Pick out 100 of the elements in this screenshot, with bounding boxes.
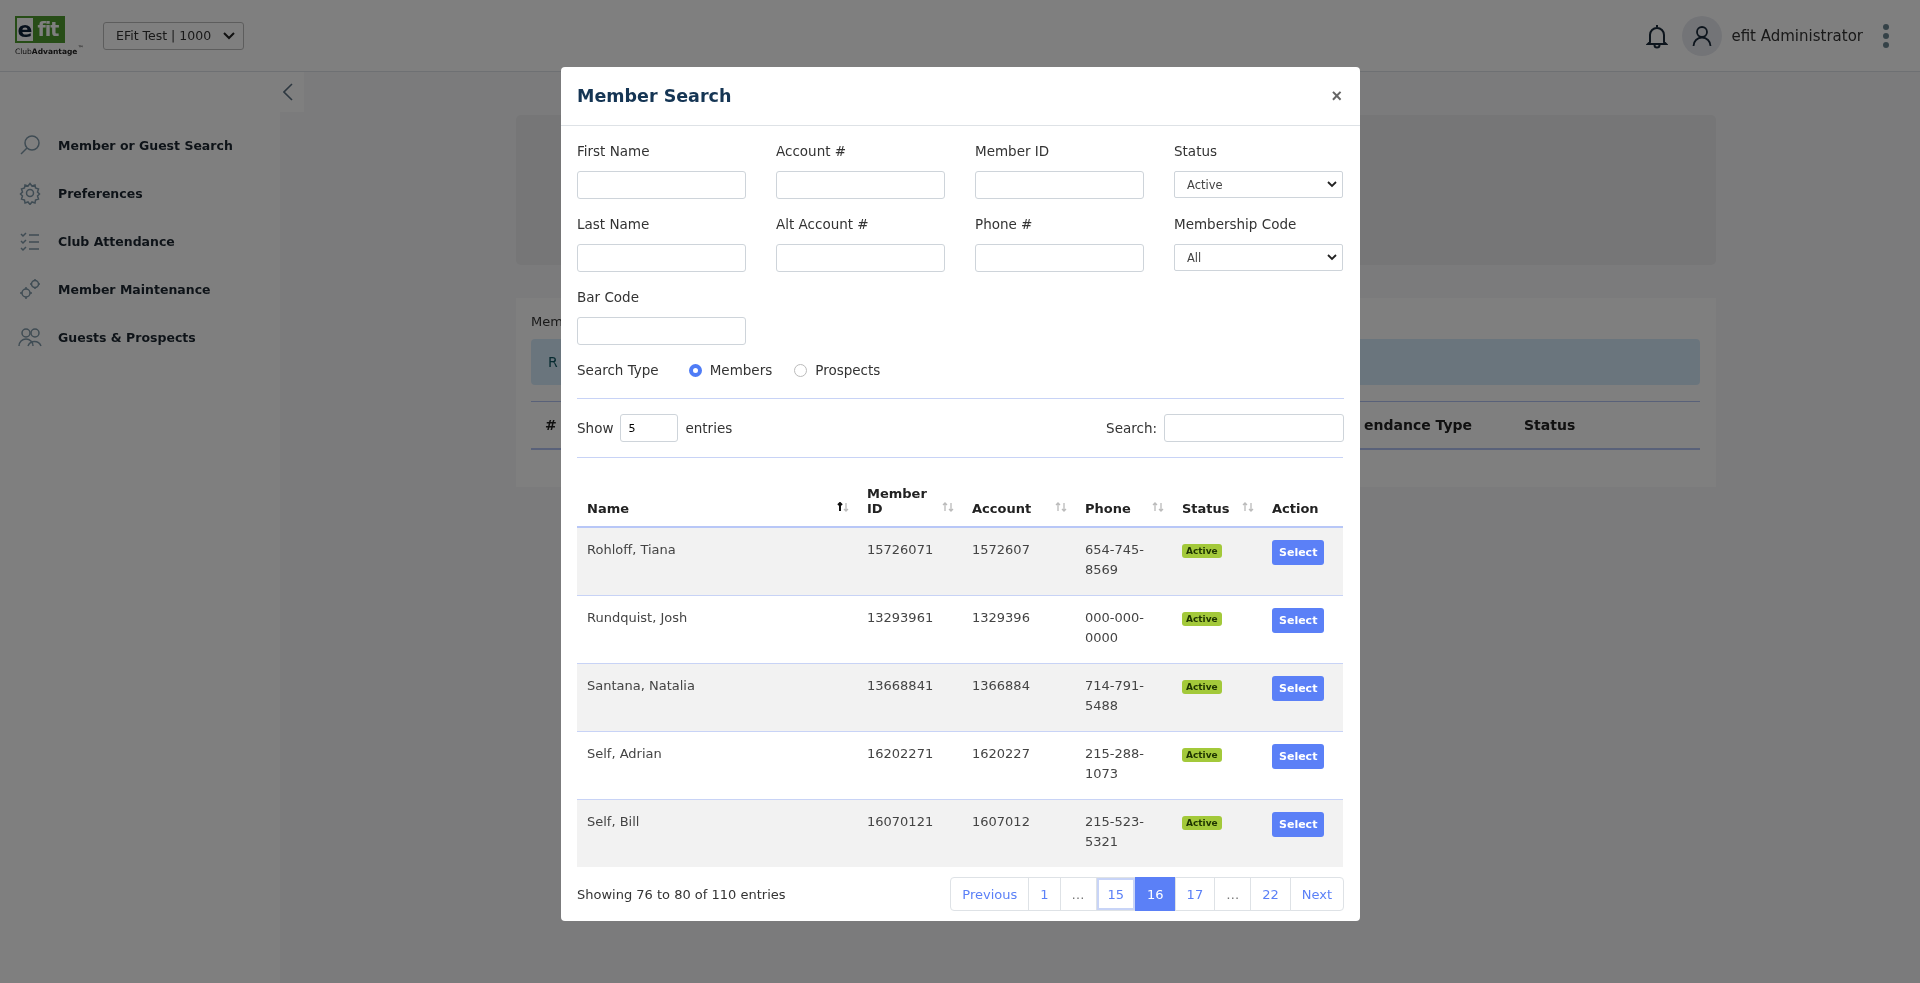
alert-text: R [548,354,558,370]
select-field[interactable]: Active [1174,171,1343,198]
column-header: Action [1272,501,1319,516]
nav-item[interactable]: Guests & Prospects [58,329,196,345]
field-label: First Name [577,143,651,160]
table-cell: 15726071 [867,542,934,557]
status-badge: Active [1182,816,1222,830]
select-button[interactable]: Select [1272,608,1325,633]
select-button[interactable]: Select [1272,744,1325,769]
table-cell: Rundquist, Josh [587,610,688,625]
table-cell: 13293961 [867,610,934,625]
page-button[interactable]: … [1214,877,1252,911]
radio-button[interactable] [688,363,702,377]
select-button[interactable]: Select [1272,676,1325,701]
table-cell: 1572607 [972,542,1030,557]
table-cell: 16202271 [867,746,934,761]
select-button[interactable]: Select [1272,812,1325,837]
caret-icon [1327,181,1337,188]
nav-item[interactable]: Preferences [58,185,143,201]
table-cell: 16070121 [867,814,934,829]
page-button[interactable]: 16 [1135,877,1176,911]
text-field[interactable] [975,244,1144,272]
radio-button[interactable] [794,363,808,377]
text-field[interactable] [776,244,945,272]
search-label: Search: [1106,420,1157,436]
table-cell: 1329396 [972,610,1030,625]
text-field[interactable] [577,317,746,345]
column-header[interactable]: Status [1182,501,1230,516]
page-button[interactable]: 15 [1095,877,1137,911]
people-icon [18,325,42,349]
status-badge: Active [1182,680,1222,694]
sort-icon[interactable] [837,502,849,512]
field-label: Member ID [975,143,1051,160]
user-name[interactable]: efit Administrator [1731,26,1863,45]
column-header[interactable]: Phone [1085,501,1131,516]
search-type-label: Search Type [577,362,659,378]
search-field[interactable] [1164,414,1344,442]
status-badge: Active [1182,612,1222,626]
page-length-field[interactable]: 5 [620,414,679,442]
table-cell: 1366884 [972,678,1030,693]
status-badge: Active [1182,748,1222,762]
column-header: endance Type [1364,417,1473,433]
status-badge: Active [1182,544,1222,558]
caret-icon [223,31,236,40]
table-cell: 13668841 [867,678,934,693]
field-label: Status [1174,143,1219,160]
column-header[interactable]: Name [587,501,629,516]
table-cell: 000-000-0000 [1085,610,1144,645]
nav-item[interactable]: Member Maintenance [58,281,211,297]
table-cell: Self, Bill [587,814,640,829]
field-label: Membership Code [1174,216,1298,233]
gears-icon [18,277,42,301]
text-field[interactable] [975,171,1144,199]
column-header[interactable]: Member ID [867,486,934,516]
gear-icon [18,181,42,205]
select-button[interactable]: Select [1272,540,1325,565]
entries-label: entries [685,420,733,436]
chevron-icon [283,83,293,101]
nav-item[interactable]: Club Attendance [58,233,175,249]
text-field[interactable] [776,171,945,199]
nav-item[interactable]: Member or Guest Search [58,137,233,153]
page-button[interactable]: Previous [950,877,1030,911]
table-cell: 1607012 [972,814,1030,829]
field-label: Phone # [975,216,1034,233]
table-cell: 1620227 [972,746,1030,761]
column-header[interactable]: Account [972,501,1032,516]
field-label: Last Name [577,216,651,233]
field-label: Bar Code [577,289,640,306]
page-button[interactable]: … [1059,877,1097,911]
table-cell: 215-523-5321 [1085,814,1144,849]
close-button[interactable]: × [1329,85,1344,107]
column-header: Status [1524,417,1576,433]
table-info: Showing 76 to 80 of 110 entries [577,886,786,902]
caret-icon [1327,254,1337,261]
modal-title: Member Search [577,86,733,106]
radio-label[interactable]: Members [709,362,773,378]
table-cell: Rohloff, Tiana [587,542,676,557]
column-header: # [545,417,557,433]
table-cell: Self, Adrian [587,746,662,761]
field-label: Account # [776,143,848,160]
page-button[interactable]: 17 [1174,877,1216,911]
table-cell: 654-745-8569 [1085,542,1144,577]
table-cell: Santana, Natalia [587,678,695,693]
page-button[interactable]: 22 [1250,877,1291,911]
field-label: Alt Account # [776,216,870,233]
show-label: Show [577,420,614,436]
table-cell: 714-791-5488 [1085,678,1144,713]
text-field[interactable] [577,244,746,272]
search-icon [18,133,42,157]
radio-label[interactable]: Prospects [815,362,881,378]
club-select[interactable]: EFit Test | 1000 [103,21,245,50]
page-button[interactable]: Next [1289,877,1344,911]
text-field[interactable] [577,171,746,199]
more-icon[interactable] [1882,22,1890,49]
bell-icon[interactable] [1646,22,1669,49]
table-cell: 215-288-1073 [1085,746,1144,781]
select-field[interactable]: All [1174,244,1343,271]
page-button[interactable]: 1 [1028,877,1061,911]
checklist-icon [18,229,42,253]
user-icon [1692,24,1713,47]
